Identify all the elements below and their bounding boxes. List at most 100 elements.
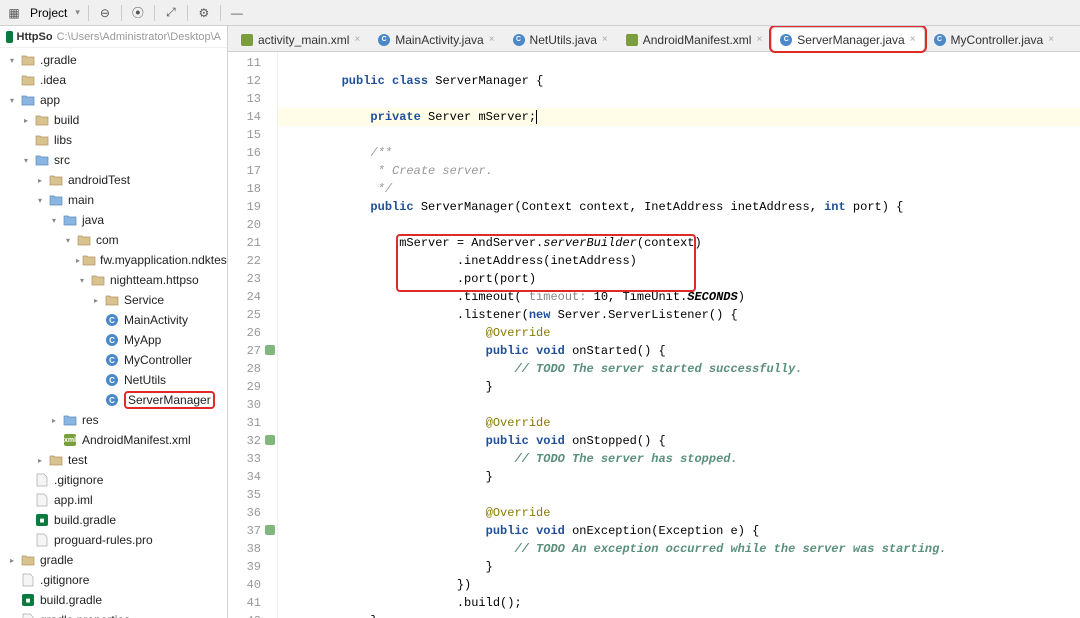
expander-icon[interactable] [20, 514, 32, 526]
expander-icon[interactable]: ▾ [20, 154, 32, 166]
expander-icon[interactable] [6, 594, 18, 606]
code-line-21[interactable]: mServer = AndServer.serverBuilder(contex… [278, 234, 1080, 252]
code-line-29[interactable]: } [278, 378, 1080, 396]
project-label[interactable]: Project [30, 6, 67, 20]
tree-item--gradle[interactable]: ▾.gradle [0, 50, 227, 70]
expander-icon[interactable]: ▸ [6, 554, 18, 566]
tree-item-com[interactable]: ▾com [0, 230, 227, 250]
expander-icon[interactable]: ▾ [62, 234, 74, 246]
code-line-32[interactable]: public void onStopped() { [278, 432, 1080, 450]
tree-item-java[interactable]: ▾java [0, 210, 227, 230]
tab-servermanager-java[interactable]: CServerManager.java× [771, 27, 924, 51]
tree-item--idea[interactable]: .idea [0, 70, 227, 90]
tree-item-build-gradle[interactable]: ■build.gradle [0, 510, 227, 530]
expander-icon[interactable] [90, 394, 102, 406]
code-line-15[interactable] [278, 126, 1080, 144]
close-icon[interactable]: × [910, 34, 916, 45]
code-line-33[interactable]: // TODO The server has stopped. [278, 450, 1080, 468]
expander-icon[interactable]: ▸ [90, 294, 102, 306]
code-line-34[interactable]: } [278, 468, 1080, 486]
tree-item-app-iml[interactable]: app.iml [0, 490, 227, 510]
close-icon[interactable]: × [756, 34, 762, 45]
tree-item-test[interactable]: ▸test [0, 450, 227, 470]
expander-icon[interactable]: ▾ [48, 214, 60, 226]
tree-item-mainactivity[interactable]: CMainActivity [0, 310, 227, 330]
code-line-20[interactable] [278, 216, 1080, 234]
close-icon[interactable]: × [354, 34, 360, 45]
tree-item-mycontroller[interactable]: CMyController [0, 350, 227, 370]
code-line-35[interactable] [278, 486, 1080, 504]
tree-item-servermanager[interactable]: CServerManager [0, 390, 227, 410]
close-icon[interactable]: × [1048, 34, 1054, 45]
expand-icon[interactable]: ⤢ [163, 5, 179, 21]
expander-icon[interactable]: ▸ [34, 454, 46, 466]
tree-item-nightteam-httpso[interactable]: ▾nightteam.httpso [0, 270, 227, 290]
code-line-40[interactable]: }) [278, 576, 1080, 594]
expander-icon[interactable]: ▾ [6, 94, 18, 106]
code-line-16[interactable]: /** [278, 144, 1080, 162]
expander-icon[interactable]: ▾ [34, 194, 46, 206]
expander-icon[interactable]: ▸ [76, 254, 80, 266]
expander-icon[interactable] [6, 614, 18, 618]
code-line-30[interactable] [278, 396, 1080, 414]
code-line-39[interactable]: } [278, 558, 1080, 576]
code-line-11[interactable] [278, 54, 1080, 72]
tree-item-build[interactable]: ▸build [0, 110, 227, 130]
tree-item-src[interactable]: ▾src [0, 150, 227, 170]
code-line-14[interactable]: private Server mServer; [278, 108, 1080, 126]
code-line-17[interactable]: * Create server. [278, 162, 1080, 180]
code-editor[interactable]: 1112131415161718192021222324252627282930… [228, 52, 1080, 618]
close-icon[interactable]: × [489, 34, 495, 45]
code-line-27[interactable]: public void onStarted() { [278, 342, 1080, 360]
tree-item-service[interactable]: ▸Service [0, 290, 227, 310]
collapse-icon[interactable]: ⊖ [97, 5, 113, 21]
tree-item--gitignore[interactable]: .gitignore [0, 570, 227, 590]
code-line-13[interactable] [278, 90, 1080, 108]
code-line-23[interactable]: .port(port) [278, 270, 1080, 288]
tree-item-proguard-rules-pro[interactable]: proguard-rules.pro [0, 530, 227, 550]
tree-item--gitignore[interactable]: .gitignore [0, 470, 227, 490]
code-line-28[interactable]: // TODO The server started successfully. [278, 360, 1080, 378]
expander-icon[interactable]: ▸ [20, 114, 32, 126]
expander-icon[interactable] [20, 534, 32, 546]
code-line-41[interactable]: .build(); [278, 594, 1080, 612]
tree-item-androidmanifest-xml[interactable]: xmlAndroidManifest.xml [0, 430, 227, 450]
project-tree[interactable]: ▾.gradle.idea▾app▸buildlibs▾src▸androidT… [0, 48, 227, 618]
tree-item-build-gradle[interactable]: ■build.gradle [0, 590, 227, 610]
expander-icon[interactable] [90, 314, 102, 326]
code-line-26[interactable]: @Override [278, 324, 1080, 342]
expander-icon[interactable] [90, 334, 102, 346]
code-line-38[interactable]: // TODO An exception occurred while the … [278, 540, 1080, 558]
tree-item-fw-myapplication-ndktes[interactable]: ▸fw.myapplication.ndktes [0, 250, 227, 270]
code-line-12[interactable]: public class ServerManager { [278, 72, 1080, 90]
project-icon[interactable]: ▦ [6, 5, 22, 21]
expander-icon[interactable]: ▾ [6, 54, 18, 66]
tab-mycontroller-java[interactable]: CMyController.java× [925, 27, 1064, 51]
code-line-19[interactable]: public ServerManager(Context context, In… [278, 198, 1080, 216]
tab-netutils-java[interactable]: CNetUtils.java× [504, 27, 617, 51]
expander-icon[interactable]: ▸ [48, 414, 60, 426]
tree-item-libs[interactable]: libs [0, 130, 227, 150]
code-line-37[interactable]: public void onException(Exception e) { [278, 522, 1080, 540]
expander-icon[interactable] [20, 134, 32, 146]
tab-activity-main-xml[interactable]: activity_main.xml× [232, 27, 369, 51]
tree-item-gradle[interactable]: ▸gradle [0, 550, 227, 570]
tree-item-res[interactable]: ▸res [0, 410, 227, 430]
expander-icon[interactable] [90, 374, 102, 386]
hide-icon[interactable]: — [229, 5, 245, 21]
code-line-36[interactable]: @Override [278, 504, 1080, 522]
tree-item-androidtest[interactable]: ▸androidTest [0, 170, 227, 190]
target-icon[interactable]: ⦿ [130, 5, 146, 21]
code-line-24[interactable]: .timeout( timeout: 10, TimeUnit.SECONDS) [278, 288, 1080, 306]
expander-icon[interactable] [20, 474, 32, 486]
code-line-22[interactable]: .inetAddress(inetAddress) [278, 252, 1080, 270]
code-line-31[interactable]: @Override [278, 414, 1080, 432]
expander-icon[interactable]: ▾ [76, 274, 88, 286]
code-line-42[interactable]: } [278, 612, 1080, 618]
tree-item-main[interactable]: ▾main [0, 190, 227, 210]
expander-icon[interactable] [6, 574, 18, 586]
tab-mainactivity-java[interactable]: CMainActivity.java× [369, 27, 503, 51]
code-line-25[interactable]: .listener(new Server.ServerListener() { [278, 306, 1080, 324]
tree-item-myapp[interactable]: CMyApp [0, 330, 227, 350]
expander-icon[interactable] [48, 434, 60, 446]
